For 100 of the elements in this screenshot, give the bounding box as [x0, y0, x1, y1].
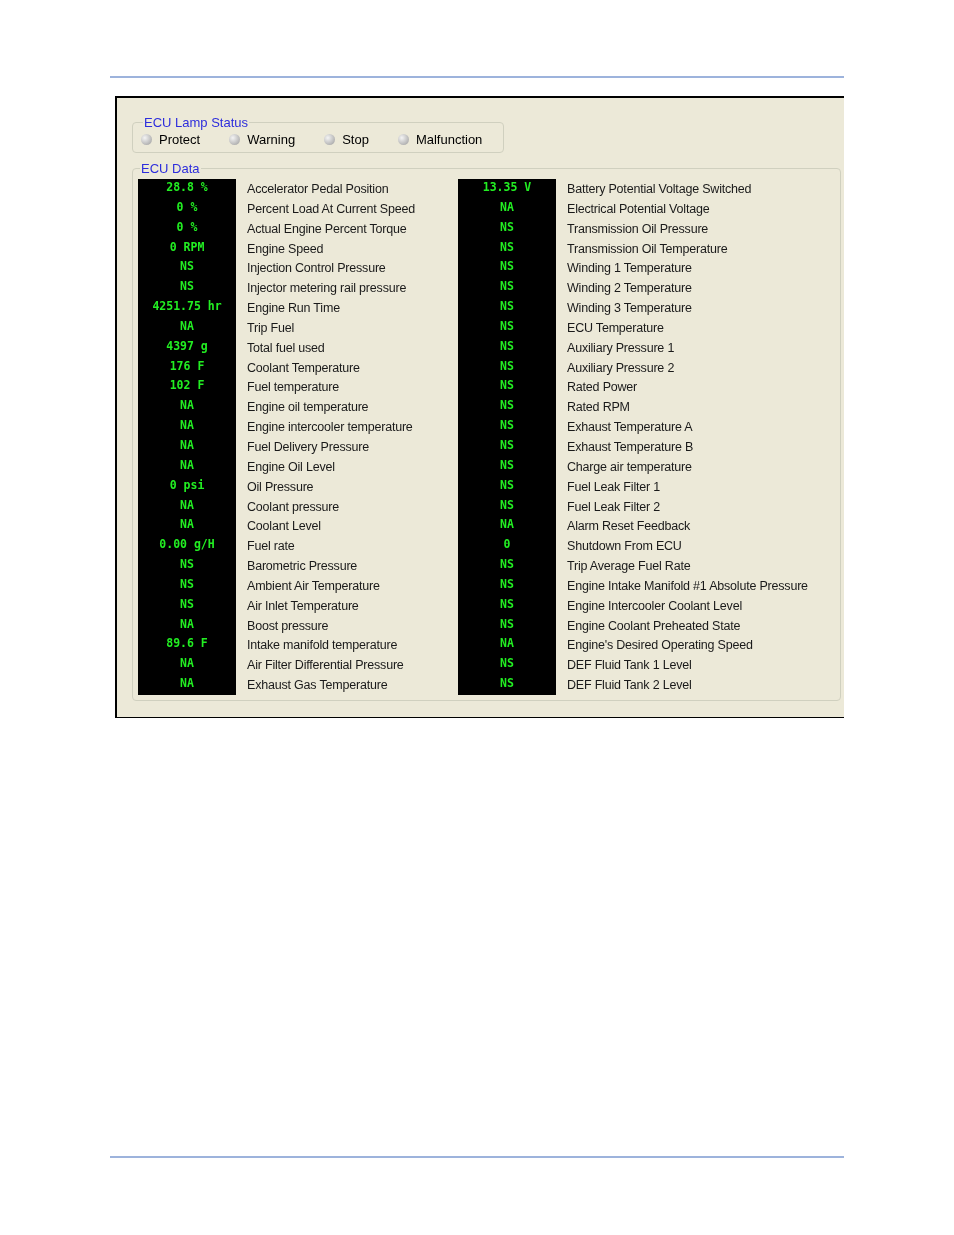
value-readout: NA	[138, 655, 236, 676]
parameter-label: Engine Intake Manifold #1 Absolute Pressure	[566, 577, 808, 595]
value-readout: NS	[458, 476, 556, 497]
value-readout: 28.8 %	[138, 179, 236, 199]
value-readout: NS	[458, 417, 556, 437]
parameter-label: Engine Coolant Preheated State	[566, 617, 742, 635]
value-readout: 13.35 V	[458, 179, 556, 199]
parameter-label: Coolant pressure	[246, 498, 340, 516]
parameter-label: Ambient Air Temperature	[246, 577, 381, 595]
parameter-label: Injector metering rail pressure	[246, 280, 408, 298]
lamp-label: Malfunction	[415, 132, 483, 147]
parameter-label: Exhaust Gas Temperature	[246, 677, 389, 695]
value-readout: NS	[458, 337, 556, 358]
value-readout: NA	[138, 417, 236, 437]
value-readout: NS	[138, 278, 236, 299]
parameter-label: Fuel rate	[246, 538, 296, 556]
value-readout: 89.6 F	[138, 635, 236, 656]
value-readout: NS	[458, 298, 556, 318]
value-readout: NA	[138, 456, 236, 477]
value-readout: NA	[138, 317, 236, 338]
lamp-label: Stop	[342, 132, 369, 147]
parameter-label: Transmission Oil Temperature	[566, 240, 729, 258]
value-readout: 176 F	[138, 357, 236, 378]
value-readout: NA	[138, 516, 236, 537]
parameter-label: Shutdown From ECU	[566, 538, 683, 556]
parameter-label: Charge air temperature	[566, 458, 693, 476]
parameter-label: Boost pressure	[246, 617, 330, 635]
value-readout: NS	[458, 278, 556, 299]
value-readout: NS	[138, 258, 236, 279]
parameter-label: Coolant Level	[246, 518, 322, 536]
parameter-label: Air Inlet Temperature	[246, 597, 360, 615]
value-readout: 0 %	[138, 218, 236, 239]
parameter-label: Oil Pressure	[246, 478, 315, 496]
parameter-label: Auxiliary Pressure 1	[566, 339, 676, 357]
parameter-label: Alarm Reset Feedback	[566, 518, 692, 536]
value-readout: NA	[138, 615, 236, 636]
parameter-label: Transmission Oil Pressure	[566, 220, 710, 238]
group-title: ECU Data	[140, 161, 201, 176]
parameter-label: Engine Run Time	[246, 300, 341, 318]
parameter-label: DEF Fluid Tank 2 Level	[566, 677, 693, 695]
value-readout: 4397 g	[138, 337, 236, 358]
parameter-label: Fuel Delivery Pressure	[246, 438, 371, 456]
value-readout: NS	[138, 595, 236, 616]
parameter-label: Air Filter Differential Pressure	[246, 657, 405, 675]
parameter-label: Engine's Desired Operating Speed	[566, 637, 754, 655]
value-readout: NA	[138, 436, 236, 457]
parameter-label: Winding 2 Temperature	[566, 280, 693, 298]
value-readout: NS	[458, 357, 556, 378]
value-readout: NS	[458, 436, 556, 457]
parameter-label: Engine Intercooler Coolant Level	[566, 597, 743, 615]
value-readout: NA	[458, 198, 556, 219]
value-readout: 0 RPM	[138, 238, 236, 259]
value-readout: NS	[458, 595, 556, 616]
parameter-label: Intake manifold temperature	[246, 637, 399, 655]
parameter-label: Battery Potential Voltage Switched	[566, 181, 753, 198]
value-readout: NS	[458, 615, 556, 636]
lamp-label: Protect	[159, 132, 201, 147]
parameter-label: Actual Engine Percent Torque	[246, 220, 408, 238]
parameter-label: Winding 3 Temperature	[566, 300, 693, 318]
value-readout: NS	[458, 218, 556, 239]
value-readout: 102 F	[138, 377, 236, 398]
value-readout: NS	[458, 397, 556, 418]
parameter-label: Engine intercooler temperature	[246, 419, 414, 437]
parameter-label: Trip Average Fuel Rate	[566, 558, 692, 576]
value-readout: NA	[458, 516, 556, 537]
value-readout: NA	[458, 635, 556, 656]
value-readout: 0 %	[138, 198, 236, 219]
parameter-label: Exhaust Temperature B	[566, 438, 695, 456]
value-readout: NS	[458, 496, 556, 517]
parameter-label: Fuel Leak Filter 1	[566, 478, 661, 496]
parameter-label: DEF Fluid Tank 1 Level	[566, 657, 693, 675]
value-readout: 0 psi	[138, 476, 236, 497]
value-readout: NS	[458, 556, 556, 576]
parameter-label: Accelerator Pedal Position	[246, 181, 390, 198]
parameter-label: Percent Load At Current Speed	[246, 200, 416, 218]
parameter-label: Trip Fuel	[246, 319, 296, 337]
parameter-label: Auxiliary Pressure 2	[566, 359, 676, 377]
parameter-label: Engine oil temperature	[246, 399, 370, 417]
value-readout: NS	[458, 317, 556, 338]
value-readout: NS	[458, 675, 556, 695]
value-readout: NS	[458, 655, 556, 676]
parameter-label: Winding 1 Temperature	[566, 260, 693, 278]
value-readout: NS	[458, 575, 556, 596]
value-readout: 0.00 g/H	[138, 536, 236, 557]
parameter-label: Coolant Temperature	[246, 359, 361, 377]
parameter-label: Exhaust Temperature A	[566, 419, 694, 437]
parameter-label: Rated RPM	[566, 399, 631, 417]
parameter-label: ECU Temperature	[566, 319, 665, 337]
parameter-label: Barometric Pressure	[246, 558, 359, 576]
value-readout: NA	[138, 496, 236, 517]
parameter-label: Rated Power	[566, 379, 639, 397]
parameter-label: Engine Oil Level	[246, 458, 336, 476]
value-readout: NS	[458, 258, 556, 279]
value-readout: 0	[458, 536, 556, 557]
value-readout: NS	[458, 238, 556, 259]
lamp-label: Warning	[247, 132, 296, 147]
parameter-label: Injection Control Pressure	[246, 260, 387, 278]
value-readout: NS	[458, 377, 556, 398]
parameter-label: Engine Speed	[246, 240, 325, 258]
group-title: ECU Lamp Status	[143, 115, 250, 130]
